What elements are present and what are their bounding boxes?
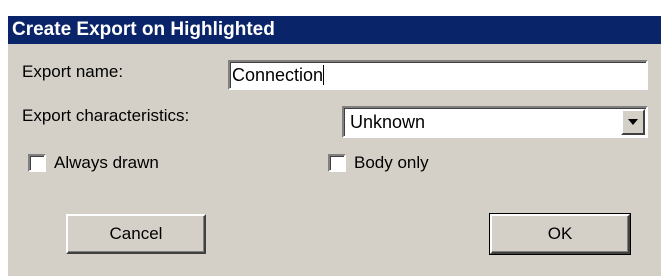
export-name-input[interactable]: Connection (228, 60, 648, 90)
dropdown-button[interactable] (621, 109, 645, 135)
body-only-option[interactable]: Body only (328, 152, 468, 174)
always-drawn-label: Always drawn (54, 153, 159, 172)
body-only-checkbox[interactable] (328, 154, 346, 172)
export-name-label: Export name: (22, 62, 124, 81)
dialog-title: Create Export on Highlighted (8, 16, 661, 44)
text-caret (323, 65, 325, 85)
export-characteristics-label: Export characteristics: (22, 106, 190, 125)
body-only-label: Body only (354, 153, 429, 172)
export-characteristics-select[interactable]: Unknown (342, 106, 648, 138)
create-export-dialog: Create Export on Highlighted Export name… (8, 16, 661, 276)
ok-button[interactable]: OK (489, 213, 631, 255)
always-drawn-option[interactable]: Always drawn (28, 152, 208, 174)
triangle-down-icon (628, 119, 638, 125)
export-name-value: Connection (232, 65, 324, 85)
export-characteristics-value: Unknown (350, 112, 426, 132)
cancel-button[interactable]: Cancel (66, 214, 206, 254)
always-drawn-checkbox[interactable] (28, 154, 46, 172)
